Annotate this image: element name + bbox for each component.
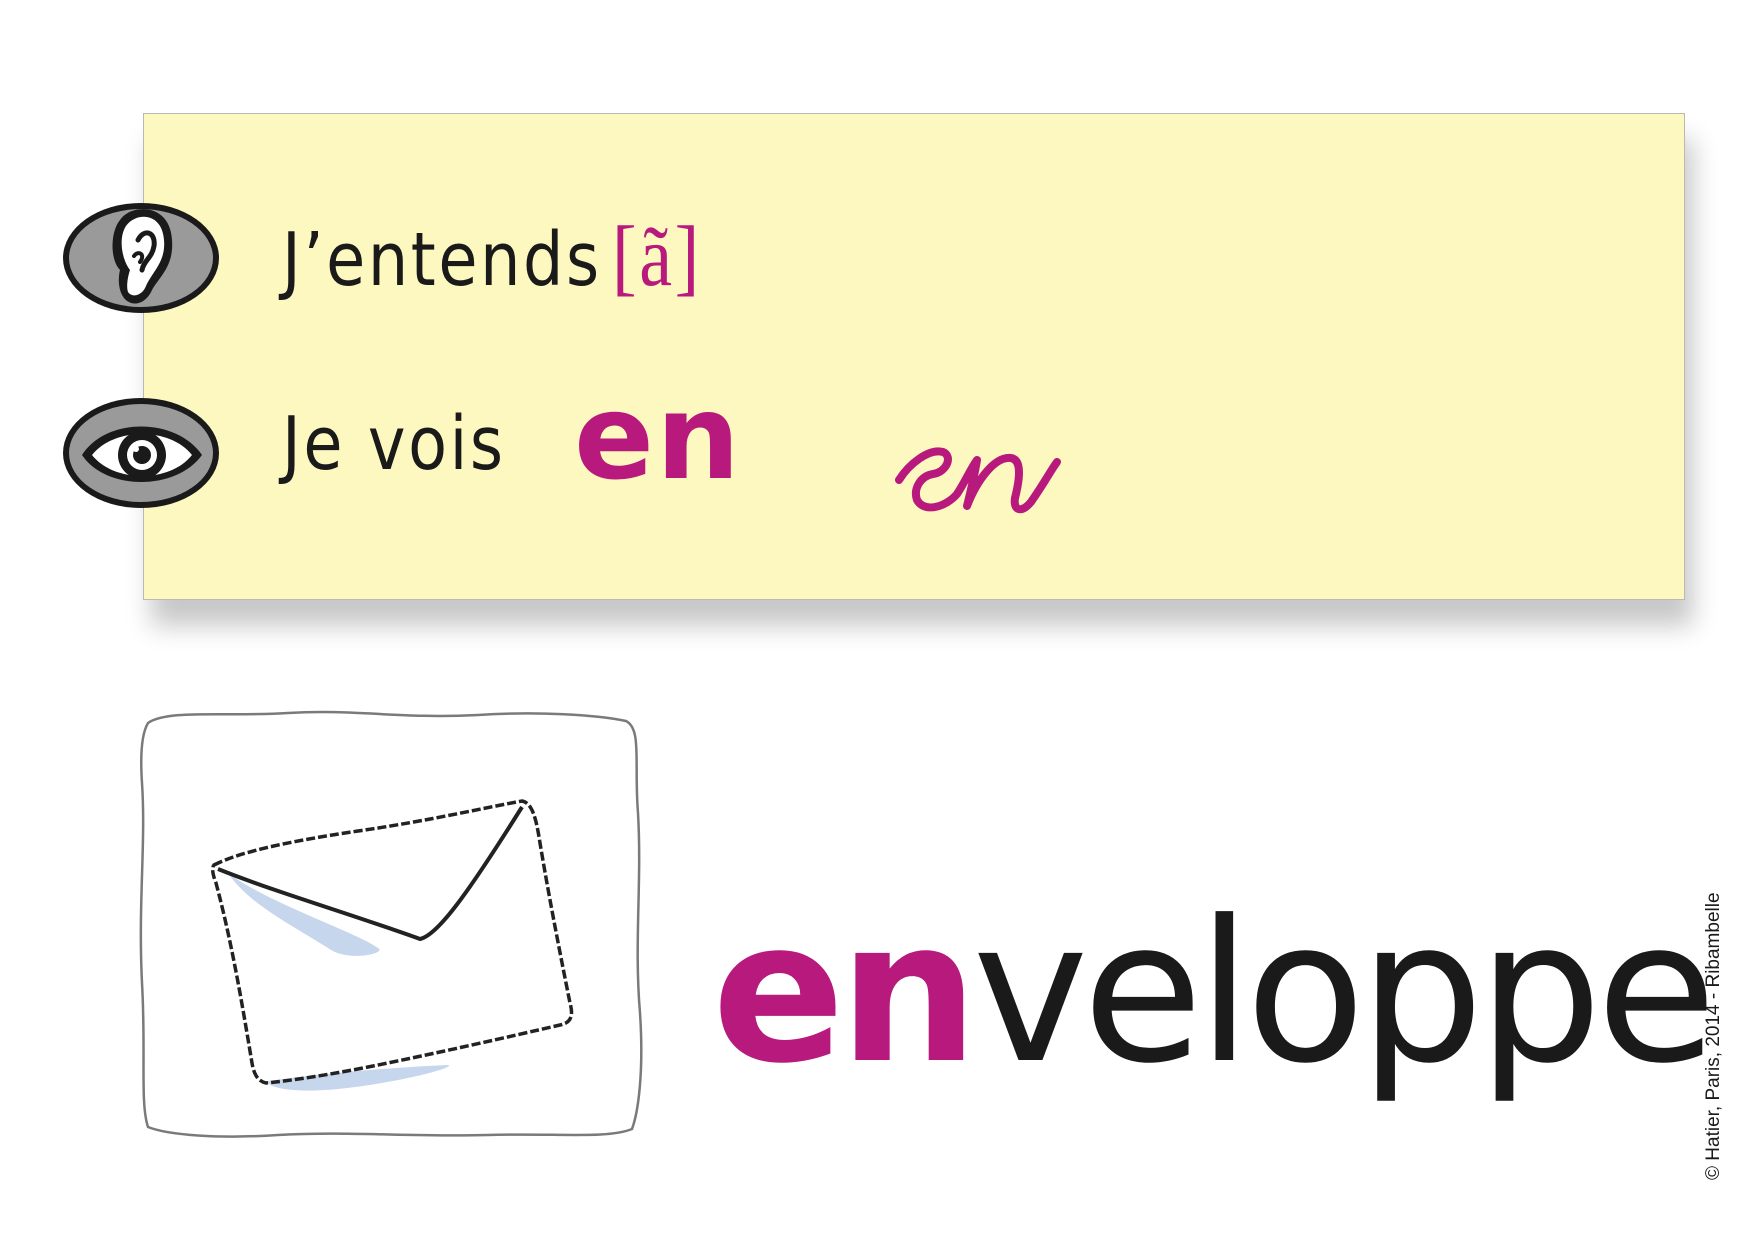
example-word-rest: veloppe (972, 879, 1716, 1107)
sound-card (143, 113, 1685, 600)
grapheme-print: en (574, 368, 743, 506)
grapheme-cursive: en (895, 410, 1061, 514)
eye-icon (63, 398, 219, 508)
see-label: Je vois (282, 401, 506, 487)
grapheme-cursive-text: en (895, 410, 897, 411)
phoneme-card-page: J’entends [ã] Je vois en en enveloppe © H… (0, 0, 1753, 1240)
hear-label: J’entends (282, 217, 602, 303)
example-word-highlight: en (712, 879, 978, 1107)
phoneme-symbol: [ã] (612, 208, 702, 304)
ear-icon (63, 203, 219, 313)
example-word: enveloppe (712, 895, 1717, 1091)
copyright-notice: © Hatier, Paris, 2014 - Ribambelle (1703, 892, 1724, 1180)
envelope-icon (139, 710, 643, 1138)
see-line: Je vois (282, 401, 506, 487)
hear-line: J’entends [ã] (282, 206, 702, 306)
